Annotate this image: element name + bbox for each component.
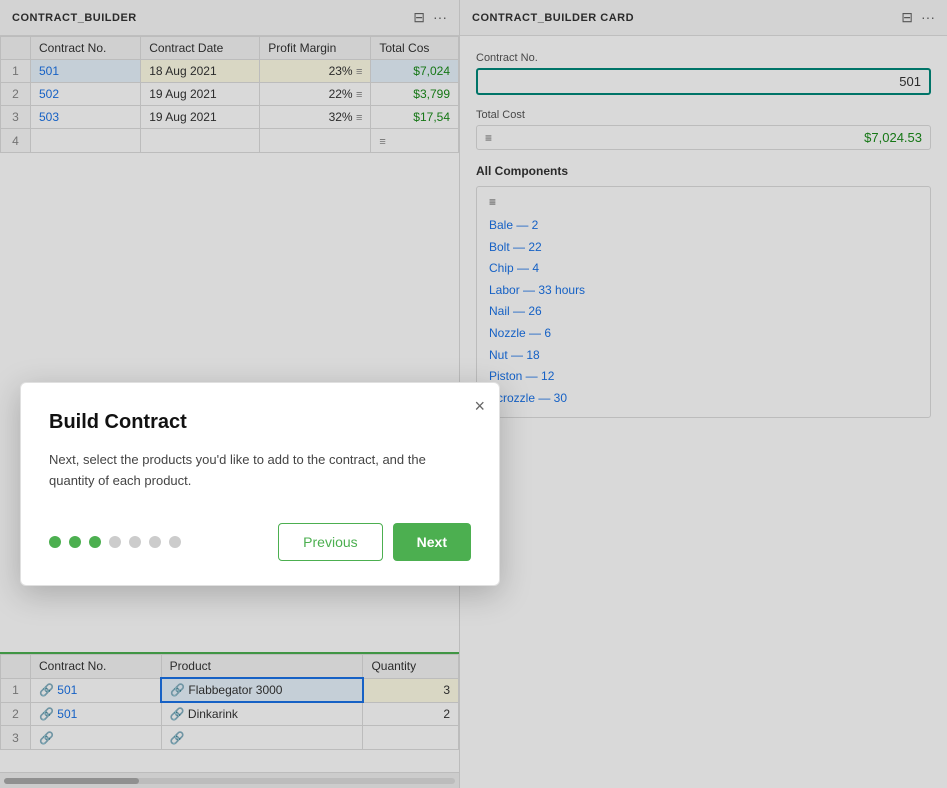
progress-dot xyxy=(109,536,121,548)
modal-title: Build Contract xyxy=(49,411,471,434)
progress-dot xyxy=(89,536,101,548)
modal-footer: Previous Next xyxy=(49,523,471,561)
modal-dialog: × Build Contract Next, select the produc… xyxy=(20,382,500,587)
next-button[interactable]: Next xyxy=(393,523,471,561)
modal-close-button[interactable]: × xyxy=(474,397,485,415)
progress-dot xyxy=(129,536,141,548)
modal-actions: Previous Next xyxy=(278,523,471,561)
modal-body: Next, select the products you'd like to … xyxy=(49,450,471,492)
progress-dot xyxy=(169,536,181,548)
progress-dots xyxy=(49,536,181,548)
modal-overlay: × Build Contract Next, select the produc… xyxy=(0,0,947,788)
progress-dot xyxy=(69,536,81,548)
progress-dot xyxy=(49,536,61,548)
progress-dot xyxy=(149,536,161,548)
app-container: CONTRACT_BUILDER ⊟ ··· Contract No. Cont… xyxy=(0,0,947,788)
previous-button[interactable]: Previous xyxy=(278,523,382,561)
